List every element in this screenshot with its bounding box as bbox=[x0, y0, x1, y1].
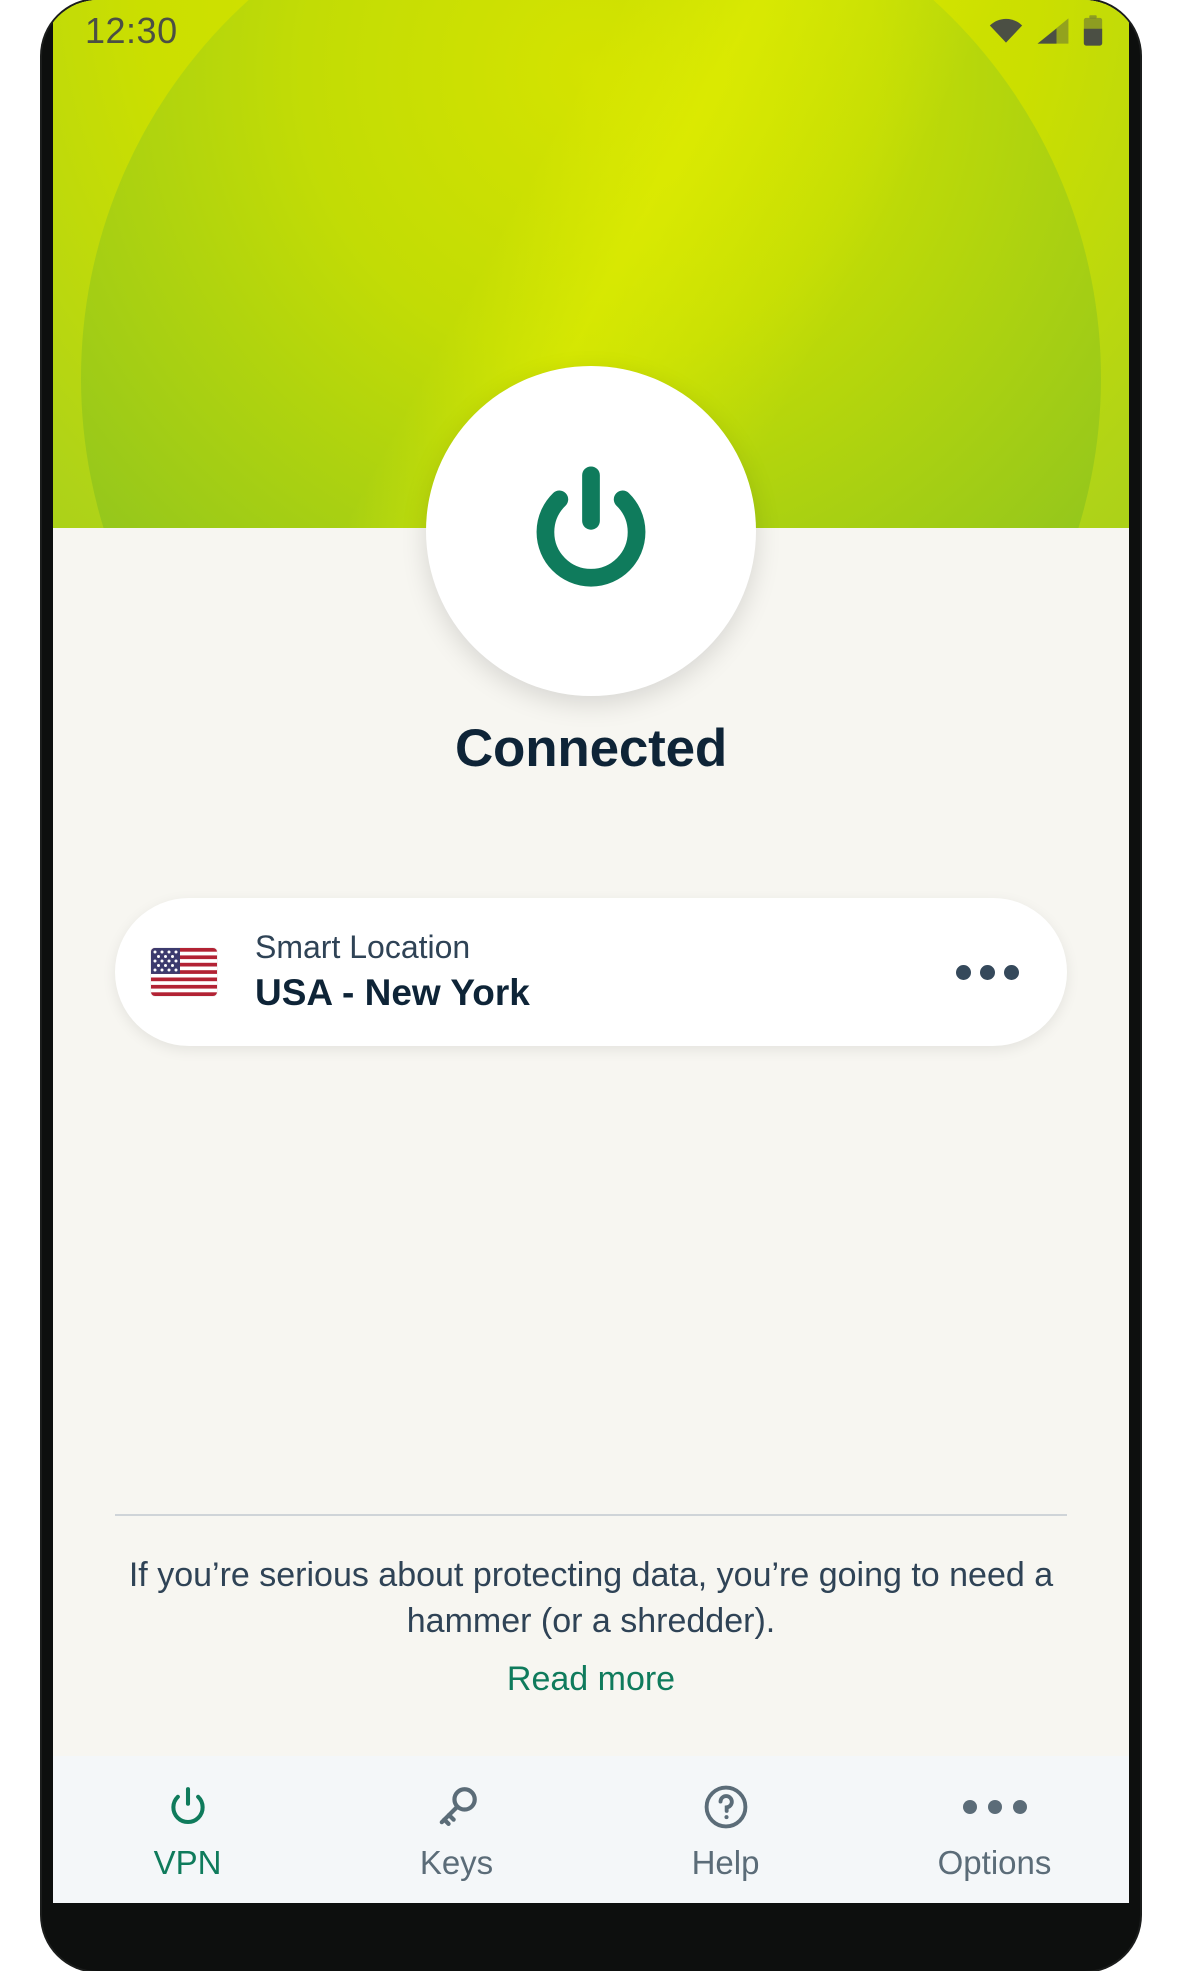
phone-screen: 12:30 Connected Smart Location USA - New… bbox=[53, 0, 1129, 1903]
more-dot-icon bbox=[987, 1800, 1002, 1814]
more-horizontal-icon bbox=[980, 964, 995, 980]
battery-icon bbox=[1083, 15, 1103, 47]
more-dot-icon bbox=[962, 1800, 977, 1814]
location-card[interactable]: Smart Location USA - New York bbox=[115, 898, 1067, 1046]
wifi-icon bbox=[989, 18, 1023, 44]
question-circle-icon bbox=[699, 1778, 753, 1836]
more-horizontal-icon bbox=[956, 964, 971, 980]
location-label: Smart Location bbox=[255, 929, 471, 966]
nav-item-help[interactable]: Help bbox=[591, 1778, 860, 1882]
nav-label-keys: Keys bbox=[419, 1844, 494, 1881]
promo-block: If you’re serious about protecting data,… bbox=[115, 1552, 1067, 1699]
usa-flag-icon bbox=[151, 948, 217, 996]
power-icon bbox=[162, 1778, 214, 1836]
promo-text: If you’re serious about protecting data,… bbox=[128, 1556, 1054, 1641]
nav-label-help: Help bbox=[691, 1844, 760, 1881]
more-horizontal-icon bbox=[962, 1778, 1027, 1836]
nav-label-vpn: VPN bbox=[153, 1844, 222, 1881]
more-dot-icon bbox=[1012, 1800, 1027, 1814]
location-name: USA - New York bbox=[255, 972, 530, 1014]
more-horizontal-icon bbox=[1004, 964, 1019, 980]
phone-frame: 12:30 Connected Smart Location USA - New… bbox=[42, 0, 1140, 1971]
key-icon bbox=[430, 1778, 484, 1836]
vpn-power-button[interactable] bbox=[426, 366, 756, 696]
bottom-navigation-bar: VPN Keys Help Options bbox=[53, 1756, 1129, 1903]
location-more-options-button[interactable] bbox=[952, 951, 1023, 994]
read-more-link[interactable]: Read more bbox=[507, 1660, 675, 1699]
status-clock: 12:30 bbox=[85, 10, 178, 51]
status-icons bbox=[989, 15, 1103, 47]
nav-item-keys[interactable]: Keys bbox=[322, 1778, 591, 1882]
location-text-block: Smart Location USA - New York bbox=[255, 927, 952, 1016]
nav-item-vpn[interactable]: VPN bbox=[53, 1778, 322, 1882]
power-icon bbox=[510, 450, 672, 612]
nav-label-options: Options bbox=[937, 1844, 1052, 1881]
nav-item-options[interactable]: Options bbox=[860, 1778, 1129, 1882]
cellular-signal-icon bbox=[1036, 17, 1070, 45]
promo-divider bbox=[115, 1514, 1067, 1516]
status-bar: 12:30 bbox=[53, 0, 1129, 62]
connection-status-text: Connected bbox=[454, 719, 728, 778]
